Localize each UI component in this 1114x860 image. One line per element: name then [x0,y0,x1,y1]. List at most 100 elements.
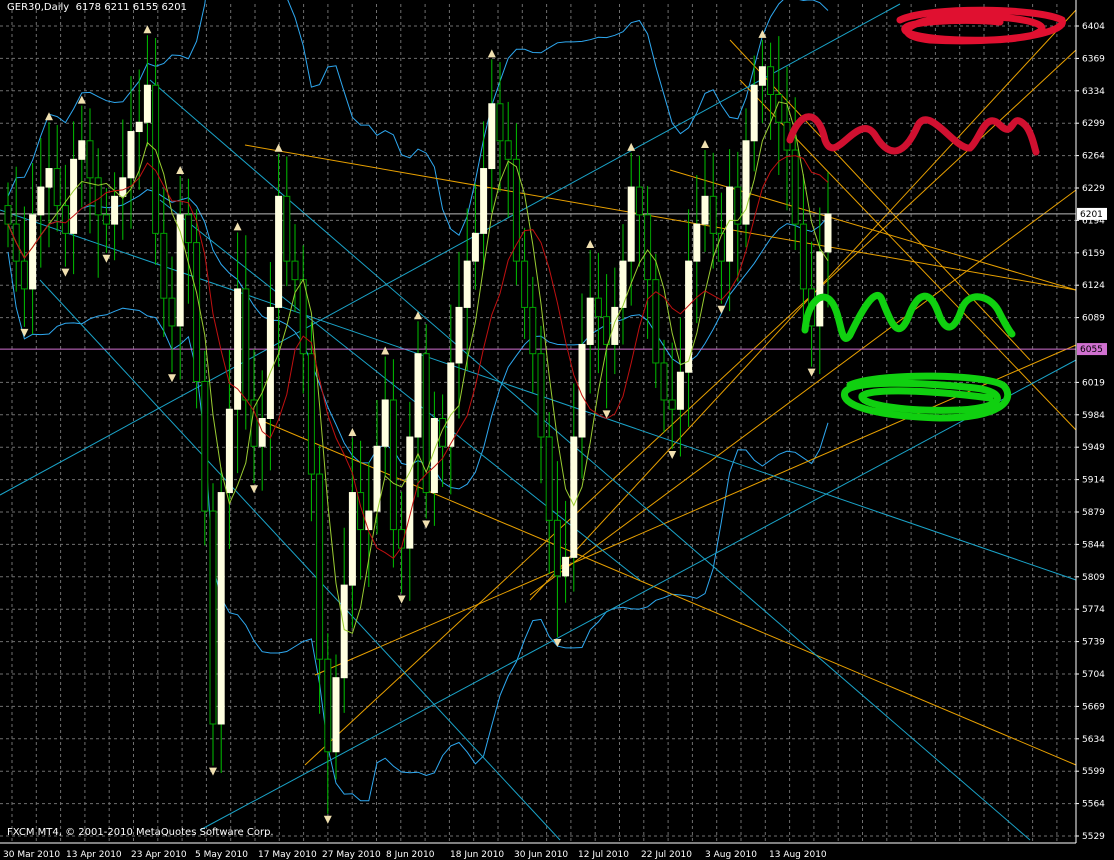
date-tick-label: 8 Jun 2010 [386,850,435,860]
fractal-down-arrow [61,268,70,277]
fractal-down-arrow [397,595,406,604]
candle-body [332,677,340,753]
candle-body [504,140,512,160]
date-tick-label: 3 Aug 2010 [705,850,757,860]
price-tick-label: 5529 [1082,832,1105,842]
candle-body [266,306,274,420]
candle-body [668,399,676,410]
candle-body [701,195,709,225]
candle-body [586,297,594,345]
fractal-down-arrow [250,485,258,494]
candle-body [242,288,250,401]
date-tick-label: 30 Mar 2010 [3,850,60,860]
green-loop-scribble [841,372,1012,422]
candle-body [562,556,570,577]
copyright-label: FXCM MT4, © 2001-2010 MetaQuotes Softwar… [7,827,274,838]
price-tag-label: 6055 [1080,345,1103,355]
candle-body [340,584,348,679]
candle-body [693,223,701,262]
candle-body [86,140,94,179]
price-tick-label: 5669 [1082,702,1105,712]
candle-body [324,658,332,753]
date-tick-label: 30 Jun 2010 [514,850,568,860]
candle-body [160,232,168,299]
symbol-header: GER30,Daily 6178 6211 6155 6201 [7,2,187,13]
date-tick-label: 13 Aug 2010 [769,850,827,860]
candle-body [447,362,455,447]
candle-body [365,510,373,531]
candle-body [676,371,684,410]
candle-body [299,279,307,355]
red-wave-scribble [786,113,1040,156]
price-tick-label: 6019 [1082,378,1105,388]
candle-body [545,436,553,521]
date-tick-label: 17 May 2010 [258,850,317,860]
price-tick-label: 5704 [1082,670,1105,680]
candle-body [439,418,447,447]
fractal-up-arrow [627,142,636,151]
symbol-label: GER30,Daily [7,2,70,13]
price-tick-label: 6299 [1082,119,1105,129]
candle-body [799,223,807,290]
fractal-up-arrow [381,346,390,355]
candle-body [29,214,37,290]
red-loop-scribble [896,6,1066,45]
candle-body [717,232,725,262]
green-wave-scribble [801,291,1016,342]
date-tick-label: 13 Apr 2010 [66,850,122,860]
candle-body [553,519,561,577]
candle-body [791,149,799,225]
price-tick-label: 5564 [1082,800,1105,810]
candle-body [4,205,12,225]
fractal-up-arrow [758,29,767,38]
candle-body [135,121,143,133]
candle-body [152,84,160,234]
candle-body [750,84,758,142]
trend-line [149,79,1031,841]
price-tick-label: 5984 [1082,411,1105,421]
candle-body [61,205,69,234]
candle-body [258,418,266,447]
candle-body [184,214,192,244]
candle-body [414,353,422,438]
candle-body [381,399,389,447]
date-tick-label: 12 Jul 2010 [578,850,629,860]
fractal-up-arrow [701,140,709,149]
date-tick-label: 5 May 2010 [195,850,248,860]
fractal-up-arrow [586,240,595,249]
date-tick-label: 22 Jul 2010 [641,850,692,860]
candle-body [348,492,356,586]
candle-body [644,214,652,281]
candle-body [78,140,86,160]
price-tick-label: 6404 [1082,22,1105,32]
price-tick-label: 5844 [1082,540,1105,550]
price-tick-label: 5879 [1082,508,1105,518]
price-chart: 6404636963346299626462296194615961246089… [0,0,1107,860]
candle-body [102,214,110,225]
candle-body [389,399,397,531]
candle-body [767,66,775,96]
fractal-up-arrow [233,222,242,231]
candle-body [570,436,578,558]
candle-body [111,195,119,225]
fractal-down-arrow [323,815,332,824]
candle-body [480,168,488,234]
candle-body [660,362,668,401]
candle-body [734,186,742,225]
price-tick-label: 5809 [1082,573,1105,583]
candle-body [529,306,537,355]
trend-line [244,144,1077,291]
fractal-down-arrow [668,451,677,460]
candle-body [824,213,832,253]
price-tick-label: 6159 [1082,249,1105,259]
candle-body [635,186,643,216]
candle-body [20,260,28,290]
candle-body [127,131,135,179]
fractal-down-arrow [422,520,431,529]
candle-body [521,260,529,308]
candle-body [537,353,545,438]
candle-body [94,177,102,216]
price-tick-label: 5599 [1082,767,1105,777]
fractal-up-arrow [45,112,53,121]
fractal-up-arrow [414,311,422,320]
